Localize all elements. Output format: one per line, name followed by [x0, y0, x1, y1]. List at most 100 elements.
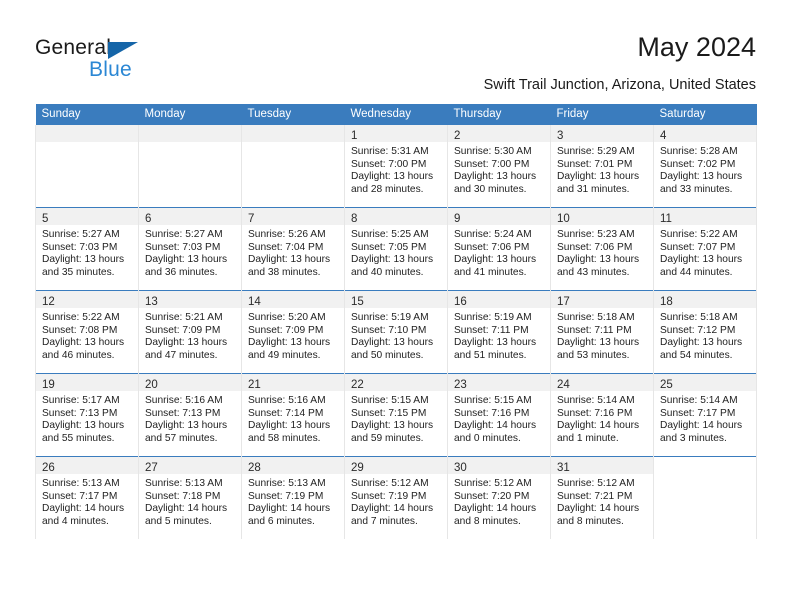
daylight-text: Daylight: 13 hours — [145, 337, 228, 349]
calendar-day-cell-7[interactable]: 7 Sunrise: 5:26 AM Sunset: 7:04 PM Daylight… — [241, 207, 345, 291]
daylight-text: Daylight: 14 hours — [42, 503, 125, 515]
day-number-band: 23 — [448, 374, 550, 391]
calendar-page: General Blue May 2024 Swift Trail Juncti… — [0, 0, 792, 612]
calendar-day-cell-15[interactable]: 15 Sunrise: 5:19 AM Sunset: 7:10 PM Dayligh… — [344, 290, 448, 374]
calendar-day-cell-20[interactable]: 20 Sunrise: 5:16 AM Sunset: 7:13 PM Dayligh… — [138, 373, 242, 457]
day-number: 22 — [351, 379, 364, 391]
daylight-text-cont: and 54 minutes. — [660, 349, 733, 361]
sunrise-text: Sunrise: 5:20 AM — [248, 312, 326, 323]
daylight-text: Daylight: 13 hours — [351, 254, 434, 266]
day-details: Sunrise: 5:27 AM Sunset: 7:03 PM Daylight:… — [36, 225, 138, 279]
sunrise-text: Sunrise: 5:12 AM — [454, 478, 532, 489]
daylight-text-cont: and 49 minutes. — [248, 349, 321, 361]
day-number: 10 — [557, 213, 570, 225]
day-number-band: 17 — [551, 291, 653, 308]
calendar-day-cell-3[interactable]: 3 Sunrise: 5:29 AM Sunset: 7:01 PM Daylight… — [550, 125, 654, 208]
daylight-text: Daylight: 13 hours — [660, 337, 743, 349]
daylight-text-cont: and 7 minutes. — [351, 515, 418, 527]
day-number: 2 — [454, 130, 461, 142]
sunset-text: Sunset: 7:01 PM — [557, 158, 633, 170]
sunset-text: Sunset: 7:14 PM — [248, 407, 324, 419]
sunrise-text: Sunrise: 5:19 AM — [454, 312, 532, 323]
sunset-text: Sunset: 7:00 PM — [454, 158, 530, 170]
daylight-text: Daylight: 13 hours — [660, 171, 743, 183]
sunset-text: Sunset: 7:21 PM — [557, 490, 633, 502]
month-calendar-table: Sunday Monday Tuesday Wednesday Thursday Frid… — [35, 104, 757, 539]
calendar-day-cell-27[interactable]: 27 Sunrise: 5:13 AM Sunset: 7:18 PM Dayligh… — [138, 456, 242, 539]
daylight-text: Daylight: 13 hours — [42, 420, 125, 432]
day-number-band: 1 — [345, 125, 447, 142]
daylight-text: Daylight: 14 hours — [454, 420, 537, 432]
daylight-text-cont: and 46 minutes. — [42, 349, 115, 361]
sunset-text: Sunset: 7:06 PM — [454, 241, 530, 253]
sunset-text: Sunset: 7:02 PM — [660, 158, 736, 170]
sunrise-text: Sunrise: 5:23 AM — [557, 229, 635, 240]
daylight-text-cont: and 31 minutes. — [557, 183, 630, 195]
sunset-text: Sunset: 7:13 PM — [145, 407, 221, 419]
sunset-text: Sunset: 7:00 PM — [351, 158, 427, 170]
calendar-day-cell-23[interactable]: 23 Sunrise: 5:15 AM Sunset: 7:16 PM Dayligh… — [447, 373, 551, 457]
calendar-day-cell-26[interactable]: 26 Sunrise: 5:13 AM Sunset: 7:17 PM Dayligh… — [35, 456, 139, 539]
day-details: Sunrise: 5:26 AM Sunset: 7:04 PM Daylight:… — [242, 225, 344, 279]
calendar-day-cell-18[interactable]: 18 Sunrise: 5:18 AM Sunset: 7:12 PM Dayligh… — [653, 290, 757, 374]
sunrise-text: Sunrise: 5:16 AM — [145, 395, 223, 406]
calendar-day-cell-16[interactable]: 16 Sunrise: 5:19 AM Sunset: 7:11 PM Dayligh… — [447, 290, 551, 374]
day-details: Sunrise: 5:24 AM Sunset: 7:06 PM Daylight:… — [448, 225, 550, 279]
calendar-day-cell-13[interactable]: 13 Sunrise: 5:21 AM Sunset: 7:09 PM Dayligh… — [138, 290, 242, 374]
calendar-day-cell-11[interactable]: 11 Sunrise: 5:22 AM Sunset: 7:07 PM Dayligh… — [653, 207, 757, 291]
sunset-text: Sunset: 7:09 PM — [145, 324, 221, 336]
daylight-text-cont: and 43 minutes. — [557, 266, 630, 278]
calendar-empty-cell — [35, 125, 139, 208]
weekday-header-saturday: Saturday — [653, 104, 757, 125]
day-number-band: 12 — [36, 291, 138, 308]
calendar-day-cell-29[interactable]: 29 Sunrise: 5:12 AM Sunset: 7:19 PM Dayligh… — [344, 456, 448, 539]
weekday-header-sunday: Sunday — [35, 104, 139, 125]
calendar-day-cell-4[interactable]: 4 Sunrise: 5:28 AM Sunset: 7:02 PM Daylight… — [653, 125, 757, 208]
sunrise-text: Sunrise: 5:29 AM — [557, 146, 635, 157]
calendar-day-cell-2[interactable]: 2 Sunrise: 5:30 AM Sunset: 7:00 PM Daylight… — [447, 125, 551, 208]
general-blue-logo[interactable]: General Blue — [35, 36, 225, 84]
logo-text-general: General — [35, 36, 112, 59]
calendar-day-cell-1[interactable]: 1 Sunrise: 5:31 AM Sunset: 7:00 PM Daylight… — [344, 125, 448, 208]
daylight-text: Daylight: 13 hours — [145, 420, 228, 432]
calendar-day-cell-5[interactable]: 5 Sunrise: 5:27 AM Sunset: 7:03 PM Daylight… — [35, 207, 139, 291]
day-number-band: 9 — [448, 208, 550, 225]
logo-triangle-icon — [108, 42, 138, 59]
calendar-day-cell-31[interactable]: 31 Sunrise: 5:12 AM Sunset: 7:21 PM Dayligh… — [550, 456, 654, 539]
weekday-header-wednesday: Wednesday — [344, 104, 448, 125]
sunrise-text: Sunrise: 5:15 AM — [454, 395, 532, 406]
daylight-text-cont: and 53 minutes. — [557, 349, 630, 361]
calendar-day-cell-17[interactable]: 17 Sunrise: 5:18 AM Sunset: 7:11 PM Dayligh… — [550, 290, 654, 374]
calendar-day-cell-21[interactable]: 21 Sunrise: 5:16 AM Sunset: 7:14 PM Dayligh… — [241, 373, 345, 457]
sunrise-text: Sunrise: 5:15 AM — [351, 395, 429, 406]
day-number-band: 6 — [139, 208, 241, 225]
daylight-text: Daylight: 13 hours — [351, 171, 434, 183]
daylight-text-cont: and 41 minutes. — [454, 266, 527, 278]
calendar-day-cell-10[interactable]: 10 Sunrise: 5:23 AM Sunset: 7:06 PM Dayligh… — [550, 207, 654, 291]
calendar-day-cell-25[interactable]: 25 Sunrise: 5:14 AM Sunset: 7:17 PM Dayligh… — [653, 373, 757, 457]
sunrise-text: Sunrise: 5:22 AM — [42, 312, 120, 323]
empty-day-band — [36, 125, 138, 142]
day-number-band: 24 — [551, 374, 653, 391]
sunrise-text: Sunrise: 5:16 AM — [248, 395, 326, 406]
calendar-day-cell-8[interactable]: 8 Sunrise: 5:25 AM Sunset: 7:05 PM Daylight… — [344, 207, 448, 291]
day-number-band: 27 — [139, 457, 241, 474]
calendar-day-cell-19[interactable]: 19 Sunrise: 5:17 AM Sunset: 7:13 PM Dayligh… — [35, 373, 139, 457]
sunrise-text: Sunrise: 5:27 AM — [145, 229, 223, 240]
calendar-day-cell-14[interactable]: 14 Sunrise: 5:20 AM Sunset: 7:09 PM Dayligh… — [241, 290, 345, 374]
sunrise-text: Sunrise: 5:13 AM — [248, 478, 326, 489]
sunset-text: Sunset: 7:04 PM — [248, 241, 324, 253]
calendar-day-cell-24[interactable]: 24 Sunrise: 5:14 AM Sunset: 7:16 PM Dayligh… — [550, 373, 654, 457]
day-details: Sunrise: 5:31 AM Sunset: 7:00 PM Daylight:… — [345, 142, 447, 196]
sunrise-text: Sunrise: 5:24 AM — [454, 229, 532, 240]
calendar-day-cell-6[interactable]: 6 Sunrise: 5:27 AM Sunset: 7:03 PM Daylight… — [138, 207, 242, 291]
calendar-day-cell-30[interactable]: 30 Sunrise: 5:12 AM Sunset: 7:20 PM Dayligh… — [447, 456, 551, 539]
calendar-day-cell-9[interactable]: 9 Sunrise: 5:24 AM Sunset: 7:06 PM Daylight… — [447, 207, 551, 291]
calendar-day-cell-12[interactable]: 12 Sunrise: 5:22 AM Sunset: 7:08 PM Dayligh… — [35, 290, 139, 374]
day-number: 12 — [42, 296, 55, 308]
calendar-day-cell-22[interactable]: 22 Sunrise: 5:15 AM Sunset: 7:15 PM Dayligh… — [344, 373, 448, 457]
calendar-day-cell-28[interactable]: 28 Sunrise: 5:13 AM Sunset: 7:19 PM Dayligh… — [241, 456, 345, 539]
sunset-text: Sunset: 7:19 PM — [248, 490, 324, 502]
day-number-band: 19 — [36, 374, 138, 391]
day-number: 31 — [557, 462, 570, 474]
